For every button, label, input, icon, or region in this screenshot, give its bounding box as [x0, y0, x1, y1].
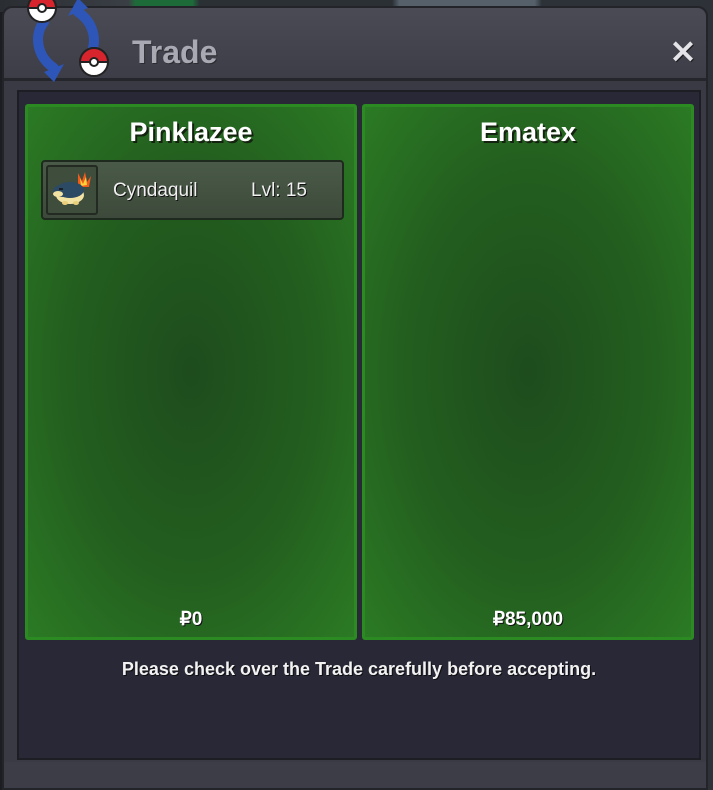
player-offer-panel-left: Pinklazee Cyndaquil Lvl: 15 ₽0 — [25, 104, 357, 640]
pokemon-level: Lvl: 15 — [251, 180, 307, 201]
window-footer — [4, 762, 706, 788]
trade-content: Pinklazee Cyndaquil Lvl: 15 ₽0 Ematex ₽8… — [17, 90, 701, 760]
player-offer-panel-right: Ematex ₽85,000 — [362, 104, 694, 640]
player-name-left: Pinklazee — [129, 117, 253, 147]
pokemon-name: Cyndaquil — [113, 180, 198, 201]
pokemon-slot[interactable]: Cyndaquil Lvl: 15 — [41, 160, 344, 220]
pokemon-icon-box — [46, 165, 98, 215]
player-name-right: Ematex — [479, 117, 577, 147]
trade-window: Trade × Pinklazee Cyndaquil Lvl: 15 ₽0 E… — [2, 6, 708, 790]
cyndaquil-icon — [53, 172, 91, 205]
money-offer-left: ₽0 — [179, 609, 203, 630]
trade-swap-icon — [26, 0, 110, 82]
money-offer-right: ₽85,000 — [492, 609, 564, 630]
close-button[interactable]: × — [666, 34, 700, 68]
trade-notice: Please check over the Trade carefully be… — [121, 659, 597, 679]
close-icon: × — [668, 31, 698, 71]
window-title: Trade — [132, 34, 218, 70]
